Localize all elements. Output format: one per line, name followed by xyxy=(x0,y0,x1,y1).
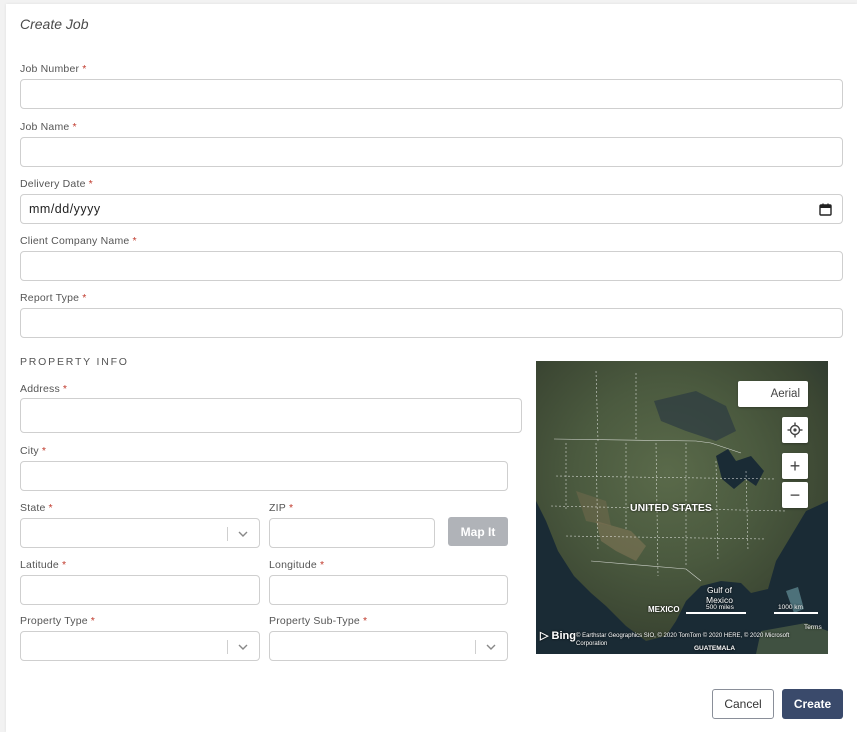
locate-button[interactable] xyxy=(782,417,808,443)
map-attribution: © Earthstar Geographics SIO, © 2020 TomT… xyxy=(576,633,790,647)
locate-icon xyxy=(787,422,803,438)
create-job-card: Create Job Job Number * Job Name * Deliver… xyxy=(6,4,857,732)
zoom-out-button[interactable]: − xyxy=(782,482,808,508)
select-separator xyxy=(475,640,476,654)
map-scale-bar-km xyxy=(774,612,818,614)
delivery-date-input[interactable]: mm/dd/yyyy xyxy=(20,194,843,224)
zoom-in-button[interactable]: + xyxy=(782,453,808,479)
map-label-gulf: Gulf of Mexico xyxy=(706,585,733,605)
state-select[interactable] xyxy=(20,518,260,548)
longitude-input[interactable] xyxy=(269,575,508,605)
report-type-input[interactable] xyxy=(20,308,843,338)
map-scale-bar xyxy=(686,612,746,614)
map-label-united-states: UNITED STATES xyxy=(630,502,712,514)
city-input[interactable] xyxy=(20,461,508,491)
job-number-label: Job Number * xyxy=(20,63,87,75)
client-company-label: Client Company Name * xyxy=(20,235,137,247)
client-company-input[interactable] xyxy=(20,251,843,281)
date-placeholder: mm/dd/yyyy xyxy=(29,202,101,216)
delivery-date-label: Delivery Date * xyxy=(20,178,93,190)
select-separator xyxy=(227,527,228,541)
job-number-input[interactable] xyxy=(20,79,843,109)
map-label-guatemala: GUATEMALA xyxy=(694,645,736,652)
city-label: City * xyxy=(20,445,47,457)
property-sub-type-label: Property Sub-Type * xyxy=(269,615,368,627)
latitude-label: Latitude * xyxy=(20,559,67,571)
address-label: Address * xyxy=(20,383,68,395)
job-name-input[interactable] xyxy=(20,137,843,167)
calendar-icon[interactable] xyxy=(819,203,832,216)
map-label-mexico: MEXICO xyxy=(648,605,680,614)
zip-label: ZIP * xyxy=(269,502,294,514)
map-it-button[interactable]: Map It xyxy=(448,517,508,546)
map-scale-km: 1000 km xyxy=(778,604,803,611)
property-type-label: Property Type * xyxy=(20,615,96,627)
chevron-down-icon[interactable] xyxy=(237,641,249,653)
property-info-heading: PROPERTY INFO xyxy=(20,356,129,368)
job-name-label: Job Name * xyxy=(20,121,77,133)
bing-logo: ▷ Bing xyxy=(540,630,576,642)
property-map[interactable]: Aerial + − UNITED STATES Gulf of Mexico … xyxy=(536,361,828,654)
select-separator xyxy=(227,640,228,654)
create-button[interactable]: Create xyxy=(782,689,843,719)
property-type-select[interactable] xyxy=(20,631,260,661)
chevron-down-icon[interactable] xyxy=(485,641,497,653)
map-terms-link[interactable]: Terms xyxy=(804,624,822,631)
map-view-toggle[interactable]: Aerial xyxy=(738,381,808,407)
latitude-input[interactable] xyxy=(20,575,260,605)
address-input[interactable] xyxy=(20,398,522,433)
chevron-down-icon[interactable] xyxy=(237,528,249,540)
longitude-label: Longitude * xyxy=(269,559,325,571)
cancel-button[interactable]: Cancel xyxy=(712,689,774,719)
map-scale-miles: 500 miles xyxy=(706,604,734,611)
property-sub-type-select[interactable] xyxy=(269,631,508,661)
zip-input[interactable] xyxy=(269,518,435,548)
report-type-label: Report Type * xyxy=(20,292,87,304)
bing-icon: ▷ xyxy=(540,630,549,642)
page-title: Create Job xyxy=(20,16,89,32)
state-label: State * xyxy=(20,502,53,514)
